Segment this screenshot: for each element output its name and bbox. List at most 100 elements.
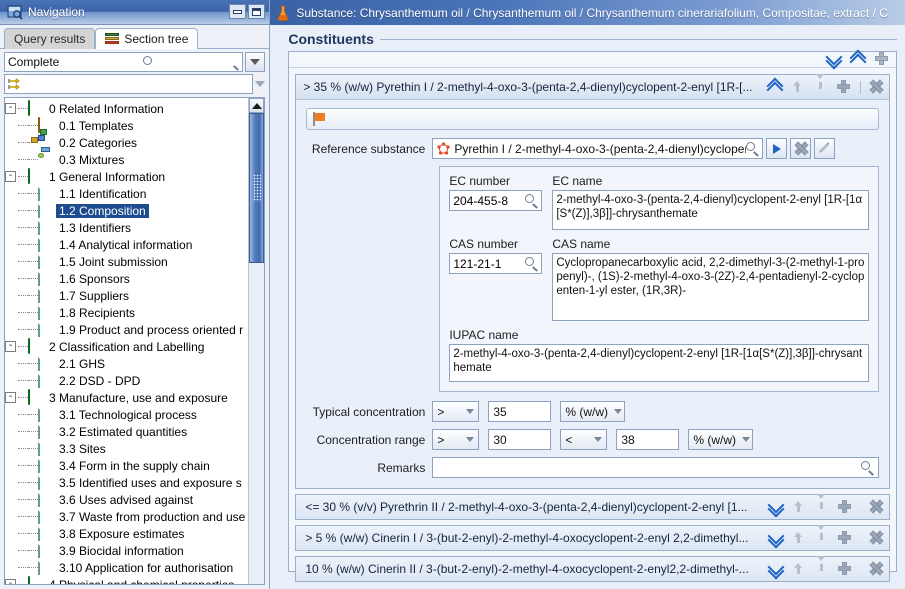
reference-substance-input[interactable]: Pyrethin I / 2-methyl-4-oxo-3-(penta-2,4… — [432, 138, 764, 159]
add-row-button[interactable] — [838, 562, 853, 577]
clear-reference-button[interactable] — [790, 138, 812, 159]
tree-item[interactable]: 3.6 Uses advised against — [5, 491, 248, 508]
tree-toggle[interactable]: - — [5, 103, 16, 115]
tree-item[interactable]: - 0 Related Information — [5, 100, 248, 117]
range-lower-value-input[interactable]: 30 — [488, 429, 552, 450]
range-upper-value-input[interactable]: 38 — [616, 429, 680, 450]
scroll-up-button[interactable] — [249, 98, 265, 114]
search-icon[interactable] — [746, 142, 760, 157]
tree-item[interactable]: 3.7 Waste from production and use — [5, 508, 248, 525]
tree-item[interactable]: 2.2 DSD - DPD — [5, 372, 248, 389]
search-icon[interactable] — [525, 194, 539, 209]
tree-scrollbar[interactable] — [248, 98, 265, 585]
iupac-name-field[interactable]: 2-methyl-4-oxo-3-(penta-2,4-dienyl)cyclo… — [449, 344, 869, 382]
add-row-button[interactable] — [838, 500, 853, 515]
completeness-filter-dropdown[interactable] — [245, 52, 266, 73]
expand-all-button[interactable] — [827, 52, 842, 67]
tree-item[interactable]: 1.8 Recipients — [5, 304, 248, 321]
constituent-block-collapsed[interactable]: <= 30 % (v/v) Pyrethrin II / 2-methyl-4-… — [295, 493, 890, 520]
tab-query-results[interactable]: Query results — [4, 28, 96, 50]
tree-item[interactable]: 3.4 Form in the supply chain — [5, 457, 248, 474]
tree-item[interactable]: 1.5 Joint submission — [5, 253, 248, 270]
tree-item[interactable]: 2.1 GHS — [5, 355, 248, 372]
tree-filter-input[interactable] — [4, 74, 254, 95]
tree-item[interactable]: 1.4 Analytical information — [5, 236, 248, 253]
move-up-button[interactable] — [791, 80, 806, 95]
ec-name-field[interactable]: 2-methyl-4-oxo-3-(penta-2,4-dienyl)cyclo… — [552, 190, 869, 230]
tree-item[interactable]: 3.5 Identified uses and exposure s — [5, 474, 248, 491]
edit-reference-button[interactable] — [814, 138, 836, 159]
add-constituent-button[interactable] — [875, 52, 890, 67]
constituent-header[interactable]: > 35 % (w/w) Pyrethin I / 2-methyl-4-oxo… — [296, 73, 889, 100]
move-down-button[interactable] — [815, 524, 830, 546]
tree-item[interactable]: 1.7 Suppliers — [5, 287, 248, 304]
tree-item[interactable]: 3.2 Estimated quantities — [5, 423, 248, 440]
add-row-button[interactable] — [837, 80, 852, 95]
scrollbar-track[interactable] — [249, 113, 265, 585]
tree-item[interactable]: 1.2 Composition — [5, 202, 248, 219]
delete-button[interactable] — [869, 562, 884, 577]
typical-operator-select[interactable]: > — [432, 401, 480, 422]
section-tree[interactable]: - 0 Related Information 0.1 Templates 0.2 C… — [5, 98, 248, 585]
tree-toggle[interactable]: - — [5, 341, 16, 353]
expand-button[interactable] — [769, 500, 784, 515]
search-icon[interactable] — [142, 55, 240, 71]
go-button[interactable] — [766, 138, 788, 159]
move-up-button[interactable] — [792, 562, 807, 577]
tree-item[interactable]: 1.1 Identification — [5, 185, 248, 202]
search-icon[interactable] — [861, 461, 874, 476]
move-up-button[interactable] — [792, 531, 807, 546]
move-down-button[interactable] — [815, 555, 830, 577]
tree-item[interactable]: - 1 General Information — [5, 168, 248, 185]
concentration-range-row: Concentration range > 30 < 38 % (w/w) — [306, 429, 879, 450]
tree-item[interactable]: 3.8 Exposure estimates — [5, 525, 248, 542]
ec-number-field[interactable]: 204-455-8 — [449, 190, 543, 211]
tree-item-label: 1.9 Product and process oriented r — [59, 322, 244, 337]
move-down-button[interactable] — [815, 493, 830, 515]
flag-bar[interactable] — [306, 108, 879, 130]
collapse-button[interactable] — [768, 80, 783, 95]
expand-button[interactable] — [769, 531, 784, 546]
constituent-block-collapsed[interactable]: > 5 % (w/w) Cinerin I / 3-(but-2-enyl)-2… — [295, 524, 890, 551]
tree-toggle[interactable]: - — [5, 579, 16, 585]
typical-value-input[interactable]: 35 — [488, 401, 552, 422]
scrollbar-thumb[interactable] — [249, 113, 265, 264]
add-row-button[interactable] — [838, 531, 853, 546]
completeness-filter-input[interactable]: Complete — [4, 52, 244, 73]
range-upper-operator-select[interactable]: < — [560, 429, 608, 450]
move-down-button[interactable] — [814, 73, 829, 95]
move-up-button[interactable] — [792, 500, 807, 515]
tab-section-tree[interactable]: Section tree — [95, 28, 199, 50]
collapse-all-button[interactable] — [851, 52, 866, 67]
cas-number-field[interactable]: 121-21-1 — [449, 253, 543, 274]
typical-unit-select[interactable]: % (w/w) — [560, 401, 626, 422]
cas-name-field[interactable]: Cyclopropanecarboxylic acid, 2,2-dimethy… — [552, 253, 869, 321]
tree-toggle[interactable]: - — [5, 392, 16, 404]
tree-item[interactable]: - 3 Manufacture, use and exposure — [5, 389, 248, 406]
tree-item[interactable]: - 2 Classification and Labelling — [5, 338, 248, 355]
tree-item[interactable]: 1.3 Identifiers — [5, 219, 248, 236]
tree-filter-dropdown-icon[interactable] — [255, 81, 266, 88]
chevron-down-icon — [466, 437, 475, 442]
delete-button[interactable] — [869, 531, 884, 546]
tree-item[interactable]: 1.9 Product and process oriented r — [5, 321, 248, 338]
tree-item[interactable]: 0.3 Mixtures — [5, 147, 248, 168]
tree-item[interactable]: 3.3 Sites — [5, 440, 248, 457]
flag-icon[interactable] — [313, 112, 326, 126]
tree-item[interactable]: - 4 Physical and chemical properties — [5, 576, 248, 585]
tree-item[interactable]: 3.9 Biocidal information — [5, 542, 248, 559]
tree-toggle[interactable]: - — [5, 171, 16, 183]
delete-button[interactable] — [869, 500, 884, 515]
tree-item[interactable]: 3.1 Technological process — [5, 406, 248, 423]
delete-button[interactable] — [869, 80, 884, 95]
remarks-input[interactable] — [432, 457, 879, 478]
minimize-button[interactable] — [229, 4, 247, 20]
range-unit-select[interactable]: % (w/w) — [688, 429, 754, 450]
maximize-button[interactable] — [248, 4, 266, 20]
tree-item[interactable]: 1.6 Sponsors — [5, 270, 248, 287]
expand-button[interactable] — [769, 562, 784, 577]
range-lower-operator-select[interactable]: > — [432, 429, 480, 450]
tree-item[interactable]: 3.10 Application for authorisation — [5, 559, 248, 576]
search-icon[interactable] — [525, 257, 539, 272]
constituent-block-collapsed[interactable]: 10 % (w/w) Cinerin II / 3-(but-2-enyl)-2… — [295, 555, 890, 582]
